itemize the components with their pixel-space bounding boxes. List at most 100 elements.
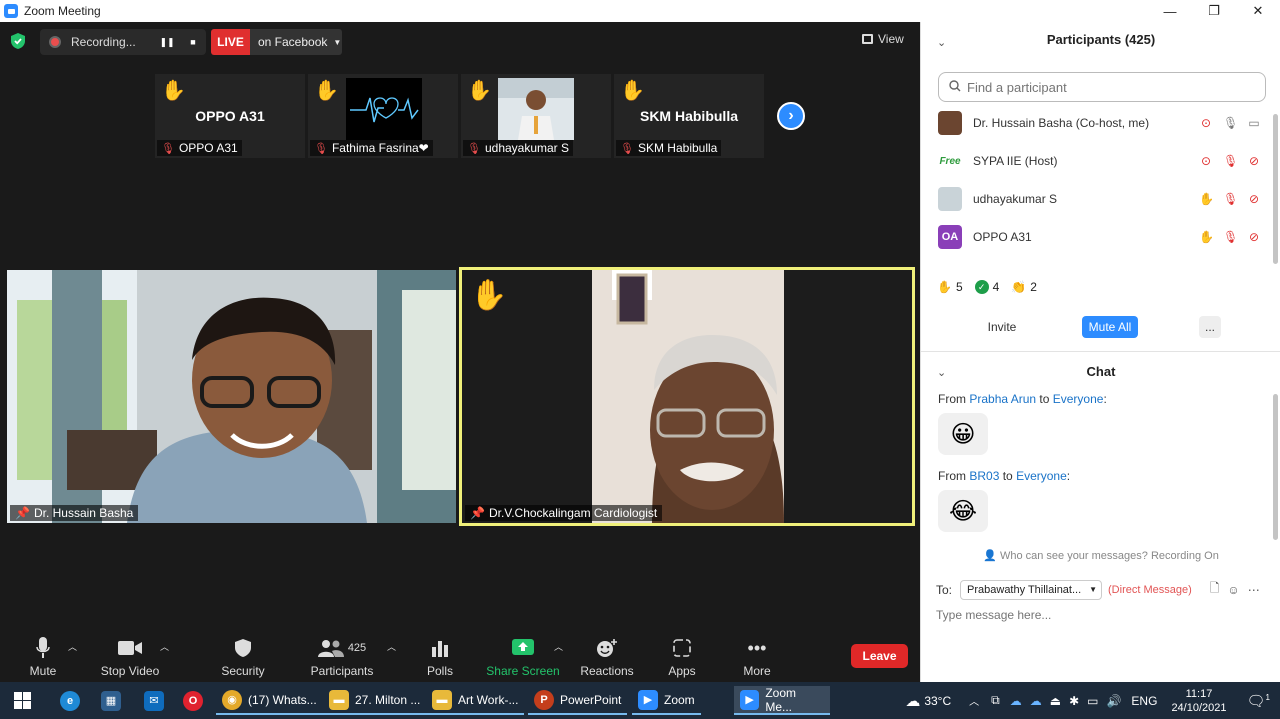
participant-status-icons: ⊙ 🎙 ⊘ bbox=[1199, 154, 1261, 168]
participant-row[interactable]: OA OPPO A31 ✋ 🎙 ⊘ bbox=[921, 218, 1271, 256]
security-button[interactable]: Security bbox=[198, 636, 288, 678]
next-page-arrow-icon[interactable]: › bbox=[777, 102, 805, 130]
tile-participant-name: Dr.V.Chockalingam Cardiologist bbox=[488, 506, 658, 520]
chat-message-bubble: 😀 bbox=[938, 413, 988, 455]
participant-search[interactable] bbox=[938, 72, 1266, 102]
file-icon[interactable]: 🗋 bbox=[1210, 579, 1220, 600]
taskbar-item-chrome[interactable]: ◉ (17) Whats... bbox=[216, 686, 323, 715]
chat-message-header: From BR03 to Everyone: bbox=[938, 469, 1071, 483]
opera-icon: O bbox=[183, 690, 203, 711]
recording-icon: ⊙ bbox=[1200, 154, 1212, 168]
participant-row[interactable]: udhayakumar S ✋ 🎙 ⊘ bbox=[921, 180, 1271, 218]
video-off-icon[interactable]: ⊘ bbox=[1247, 192, 1261, 206]
taskbar-item-powerpoint[interactable]: P PowerPoint bbox=[528, 686, 628, 715]
video-tile-chockalingam[interactable]: ✋ 📌 Dr.V.Chockalingam Cardiologist bbox=[459, 267, 915, 526]
tile-name-label: 📌 Dr. Hussain Basha bbox=[10, 505, 139, 521]
avatar: OA bbox=[938, 225, 962, 249]
more-options-button[interactable]: ... bbox=[1199, 316, 1221, 338]
video-off-icon[interactable]: ⊘ bbox=[1247, 154, 1261, 168]
thumbnail-name: udhayakumar S bbox=[484, 141, 570, 155]
visibility-note[interactable]: 👤 Who can see your messages? Recording O… bbox=[921, 549, 1280, 562]
mic-muted-icon[interactable]: 🎙 bbox=[1223, 230, 1238, 244]
more-button[interactable]: ••• More bbox=[712, 636, 802, 679]
tray-app-icon[interactable]: ⧉ bbox=[991, 693, 1000, 708]
edge-taskbar-icon[interactable]: e bbox=[54, 686, 86, 715]
video-camera-icon[interactable]: ▭ bbox=[1247, 116, 1261, 130]
taskbar-item-folder[interactable]: ▬ 27. Milton ... bbox=[323, 686, 427, 715]
ellipsis-icon: ••• bbox=[747, 637, 767, 658]
thumbnail-participant[interactable]: ✋ OPPO A31 🎙 OPPO A31 bbox=[155, 74, 305, 158]
video-off-icon[interactable]: ⊘ bbox=[1247, 230, 1261, 244]
mail-taskbar-icon[interactable]: ✉ bbox=[138, 686, 170, 715]
recipient-dropdown[interactable]: Prabawathy Thillainat... ▼ bbox=[960, 579, 1103, 600]
chat-recipient[interactable]: Everyone bbox=[1016, 469, 1067, 483]
minimize-button[interactable]: — bbox=[1148, 0, 1192, 22]
thumbnail-label: 🎙 Fathima Fasrina❤ bbox=[310, 140, 433, 156]
chat-message-input[interactable] bbox=[936, 608, 1266, 622]
live-destination-label: on Facebook bbox=[258, 35, 328, 49]
avatar: Free bbox=[939, 155, 961, 167]
more-options-icon[interactable]: ⋯ bbox=[1248, 583, 1260, 597]
invite-button[interactable]: Invite bbox=[981, 316, 1023, 338]
shield-icon[interactable] bbox=[10, 32, 26, 50]
notification-center-icon[interactable]: 🗨1 bbox=[1247, 692, 1271, 710]
people-icon: 425 bbox=[297, 636, 387, 660]
close-button[interactable]: ✕ bbox=[1236, 0, 1280, 22]
thumbnail-participant[interactable]: ✋ 🎙 udhayakumar S bbox=[461, 74, 611, 158]
thumbnail-big-name: SKM Habibulla bbox=[639, 108, 738, 124]
taskbar-item-zoom-meeting[interactable]: ▶ Zoom Me... bbox=[734, 686, 830, 715]
taskbar-item-label: 27. Milton ... bbox=[355, 692, 421, 707]
chat-sender[interactable]: Prabha Arun bbox=[969, 392, 1036, 406]
mute-options-caret-icon[interactable]: ︿ bbox=[68, 640, 77, 653]
windows-start-icon[interactable] bbox=[14, 692, 31, 709]
chat-recipient[interactable]: Everyone bbox=[1053, 392, 1104, 406]
onedrive-icon[interactable]: ☁ bbox=[1010, 694, 1022, 708]
participant-status-icons: ✋ 🎙 ⊘ bbox=[1199, 230, 1261, 244]
recipient-value: Prabawathy Thillainat... bbox=[967, 583, 1082, 596]
live-badge[interactable]: LIVE bbox=[211, 29, 250, 55]
participant-row[interactable]: Dr. Hussain Basha (Co-host, me) ⊙ 🎙 ▭ bbox=[921, 104, 1271, 142]
mute-all-button[interactable]: Mute All bbox=[1082, 316, 1138, 338]
video-options-caret-icon[interactable]: ︿ bbox=[160, 640, 169, 653]
microphone-icon[interactable]: 🎙 bbox=[1223, 116, 1238, 130]
volume-icon[interactable]: 🔊 bbox=[1106, 694, 1121, 708]
temperature[interactable]: 33°C bbox=[924, 694, 951, 708]
thumbnail-participant[interactable]: ✋ 🎙 Fathima Fasrina❤ bbox=[308, 74, 458, 158]
thumbnail-participant[interactable]: ✋ SKM Habibulla 🎙 SKM Habibulla bbox=[614, 74, 764, 158]
usb-icon[interactable]: ⏏ bbox=[1050, 694, 1061, 708]
chrome-icon: ◉ bbox=[222, 689, 242, 710]
view-button[interactable]: View bbox=[862, 32, 904, 46]
mail-icon: ✉ bbox=[144, 690, 164, 711]
taskbar-item-label: Zoom Me... bbox=[765, 685, 797, 714]
onedrive-icon[interactable]: ☁ bbox=[1030, 694, 1042, 708]
taskbar-item-zoom[interactable]: ▶ Zoom bbox=[632, 686, 701, 715]
polls-button[interactable]: Polls bbox=[395, 636, 485, 678]
search-input[interactable] bbox=[967, 79, 1247, 95]
leave-button[interactable]: Leave bbox=[851, 644, 908, 668]
opera-taskbar-icon[interactable]: O bbox=[177, 686, 209, 715]
pin-icon: 📌 bbox=[15, 506, 30, 520]
grid-icon bbox=[862, 34, 873, 44]
emoji-icon[interactable]: ☺ bbox=[1227, 583, 1239, 597]
bluetooth-icon[interactable]: ✱ bbox=[1069, 694, 1079, 708]
chevron-down-icon: ▼ bbox=[1089, 585, 1098, 594]
maximize-button[interactable]: ❐ bbox=[1192, 0, 1236, 22]
language-indicator[interactable]: ENG bbox=[1131, 694, 1157, 708]
chat-sender[interactable]: BR03 bbox=[969, 469, 999, 483]
video-tile-hussain-basha[interactable]: 📌 Dr. Hussain Basha bbox=[7, 270, 456, 523]
raised-hands-count: ✋ 5 bbox=[937, 280, 963, 294]
participants-button[interactable]: 425 Participants bbox=[297, 636, 387, 678]
store-taskbar-icon[interactable]: ▦ bbox=[95, 686, 127, 715]
taskbar-item-folder[interactable]: ▬ Art Work-... bbox=[426, 686, 525, 715]
chat-scrollbar[interactable] bbox=[1273, 394, 1278, 540]
network-icon[interactable]: ▭ bbox=[1087, 694, 1098, 708]
mic-muted-icon[interactable]: 🎙 bbox=[1223, 192, 1238, 206]
chevron-up-icon[interactable]: ︿ bbox=[969, 693, 979, 708]
stop-icon[interactable]: ■ bbox=[186, 35, 200, 49]
clock[interactable]: 11:17 24/10/2021 bbox=[1171, 687, 1226, 715]
participants-scrollbar[interactable] bbox=[1273, 114, 1278, 264]
live-destination-dropdown[interactable]: on Facebook ▼ bbox=[250, 29, 342, 55]
pause-icon[interactable]: ❚❚ bbox=[159, 35, 174, 49]
participant-row[interactable]: Free SYPA IIE (Host) ⊙ 🎙 ⊘ bbox=[921, 142, 1271, 180]
mic-muted-icon[interactable]: 🎙 bbox=[1223, 154, 1238, 168]
